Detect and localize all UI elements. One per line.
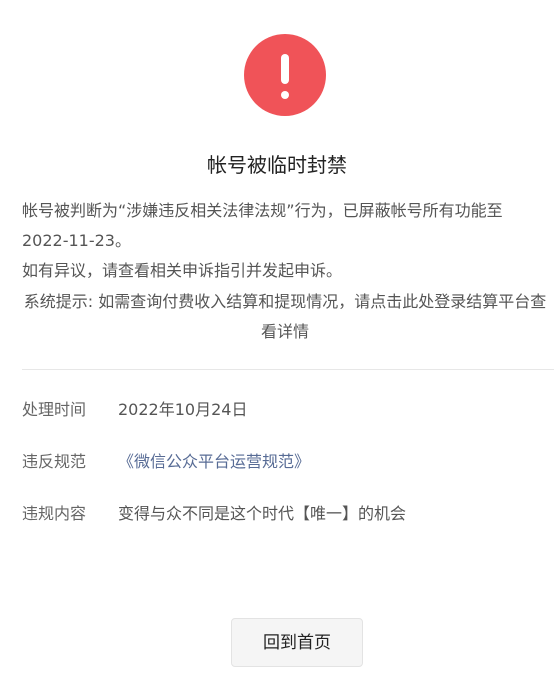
detail-value: 2022年10月24日 bbox=[118, 400, 248, 419]
rule-link[interactable]: 《微信公众平台运营规范》 bbox=[118, 447, 310, 477]
exclamation-bar bbox=[281, 54, 289, 84]
detail-row-content: 违规内容 变得与众不同是这个时代【唯一】的机会 bbox=[22, 499, 542, 529]
detail-row-time: 处理时间 2022年10月24日 bbox=[22, 395, 542, 425]
ban-notice-page: 帐号被临时封禁 帐号被判断为“涉嫌违反相关法律法规”行为，已屏蔽帐号所有功能至2… bbox=[0, 0, 554, 677]
exclamation-circle-icon bbox=[244, 34, 326, 116]
detail-label: 违反规范 bbox=[22, 452, 87, 471]
page-title: 帐号被临时封禁 bbox=[207, 153, 347, 177]
settlement-notice[interactable]: 系统提示: 如需查询付费收入结算和提现情况，请点击此处登录结算平台查看详情 bbox=[22, 287, 548, 347]
ban-reason-text: 帐号被判断为“涉嫌违反相关法律法规”行为，已屏蔽帐号所有功能至2022-11-2… bbox=[22, 201, 503, 250]
detail-row-rule: 违反规范 《微信公众平台运营规范》 bbox=[22, 447, 542, 477]
detail-value: 变得与众不同是这个时代【唯一】的机会 bbox=[118, 504, 407, 523]
exclamation-dot bbox=[281, 91, 289, 99]
detail-label: 处理时间 bbox=[22, 400, 87, 419]
detail-label: 违规内容 bbox=[22, 504, 87, 523]
home-button[interactable]: 回到首页 bbox=[231, 618, 363, 667]
appeal-text[interactable]: 如有异议，请查看相关申诉指引并发起申诉。 bbox=[22, 256, 542, 286]
ban-description: 帐号被判断为“涉嫌违反相关法律法规”行为，已屏蔽帐号所有功能至2022-11-2… bbox=[22, 196, 542, 286]
section-divider bbox=[22, 369, 554, 370]
